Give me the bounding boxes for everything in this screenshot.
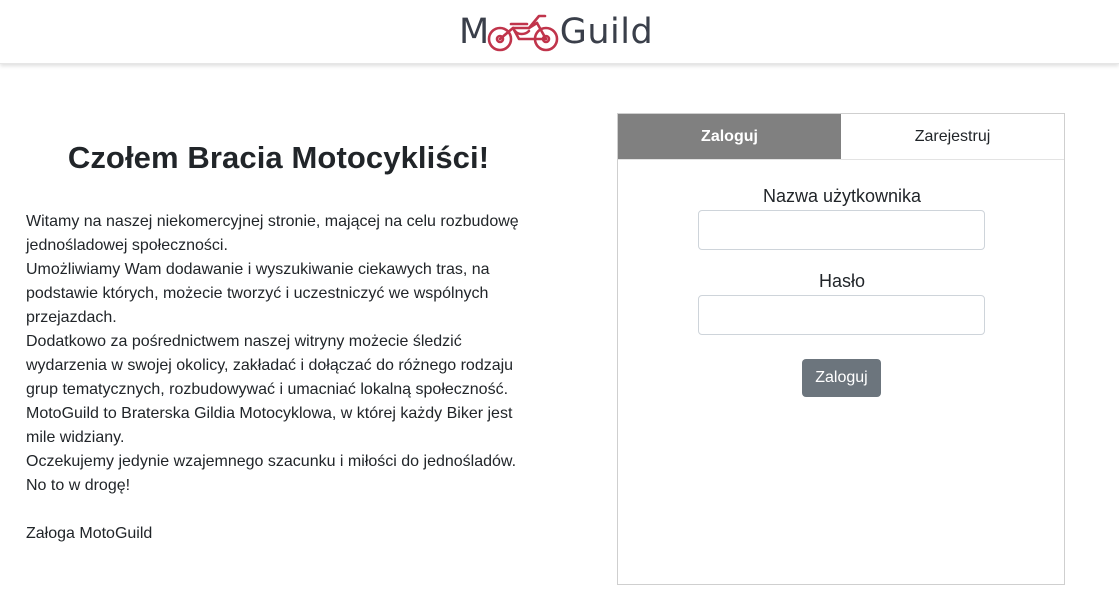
username-label: Nazwa użytkownika bbox=[762, 186, 922, 206]
logo-text-end: Guild bbox=[559, 12, 654, 52]
welcome-text: Witamy na naszej niekomercyjnej stronie,… bbox=[26, 210, 531, 498]
tab-register[interactable]: Zarejestruj bbox=[841, 114, 1064, 159]
motoguild-logo[interactable]: M Guild bbox=[459, 7, 653, 55]
welcome-paragraph: Oczekujemy jedynie wzajemnego szacunku i… bbox=[26, 453, 517, 470]
welcome-section: Czołem Bracia Motocykliści! Witamy na na… bbox=[26, 140, 531, 546]
motorcycle-icon bbox=[487, 14, 560, 55]
username-input[interactable] bbox=[698, 210, 985, 250]
welcome-paragraph: Witamy na naszej niekomercyjnej stronie,… bbox=[26, 213, 519, 254]
password-label: Hasło bbox=[818, 271, 866, 291]
welcome-paragraph: No to w drogę! bbox=[26, 477, 131, 494]
tab-login[interactable]: Zaloguj bbox=[618, 114, 841, 159]
auth-card: Zaloguj Zarejestruj Nazwa użytkownika Ha… bbox=[617, 113, 1065, 585]
welcome-heading: Czołem Bracia Motocykliści! bbox=[67, 140, 490, 175]
top-navbar: M Guild bbox=[0, 0, 1119, 64]
auth-tabs: Zaloguj Zarejestruj bbox=[618, 114, 1064, 160]
welcome-paragraph: Dodatkowo za pośrednictwem naszej witryn… bbox=[26, 333, 514, 398]
login-submit-button[interactable]: Zaloguj bbox=[802, 359, 881, 397]
welcome-paragraph: MotoGuild to Braterska Gildia Motocyklow… bbox=[26, 405, 513, 446]
welcome-signature: Załoga MotoGuild bbox=[26, 525, 153, 542]
password-input[interactable] bbox=[698, 295, 985, 335]
welcome-paragraph: Umożliwiamy Wam dodawanie i wyszukiwanie… bbox=[26, 261, 490, 326]
